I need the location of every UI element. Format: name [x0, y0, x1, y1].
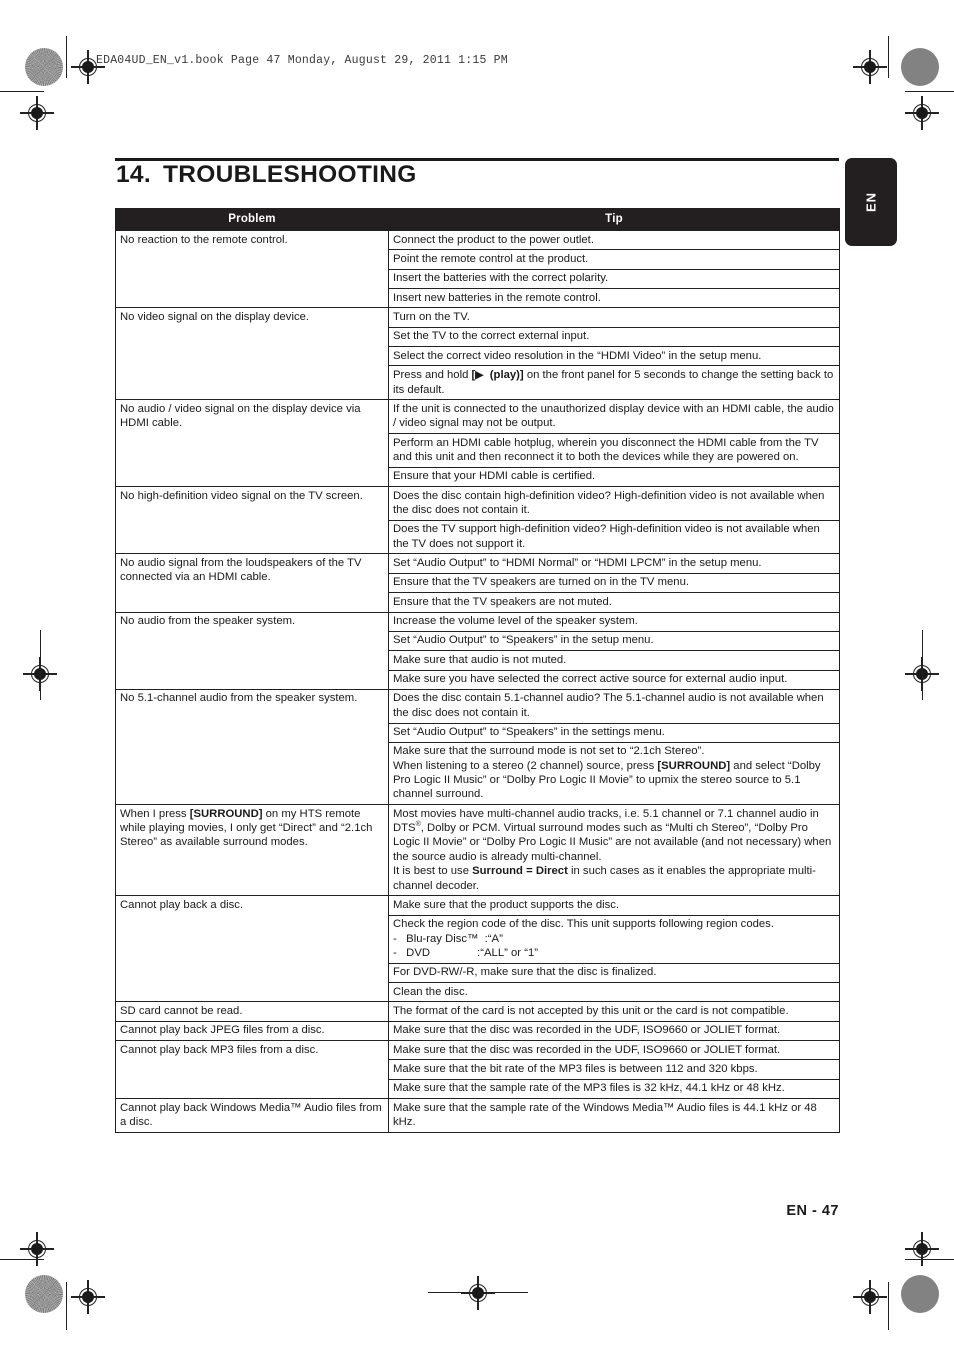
table-row: When I press [SURROUND] on my HTS remote… — [115, 804, 840, 897]
tip-cell: Make sure that the product supports the … — [388, 895, 840, 916]
tip-cell: Does the disc contain 5.1-channel audio?… — [388, 688, 840, 724]
tip-cell: Make sure that the disc was recorded in … — [388, 1040, 840, 1061]
density-patch-bottom-right — [901, 1275, 939, 1313]
tip-cell: Perform an HDMI cable hotplug, wherein y… — [388, 433, 840, 468]
table-row: No high-definition video signal on the T… — [115, 486, 840, 555]
table-body: No reaction to the remote control. Connec… — [115, 229, 840, 1133]
tip-cell: Insert the batteries with the correct po… — [388, 268, 840, 290]
tip-cell: Select the correct video resolution in t… — [388, 346, 840, 367]
trim-line-middle-right-vertical — [921, 630, 923, 700]
tip-cell: Set “Audio Output” to “Speakers” in the … — [388, 630, 840, 652]
page-folio: EN - 47 — [786, 1203, 839, 1219]
table-row: No video signal on the display device. Tu… — [115, 307, 840, 401]
tip-cell: Most movies have multi-channel audio tra… — [388, 804, 840, 897]
trim-line-top-left-vertical — [66, 36, 68, 78]
tip-cell: Does the disc contain high-definition vi… — [388, 486, 840, 521]
trim-line-upper-left-horizontal — [0, 91, 44, 93]
trim-line-bottom-right-vertical — [888, 1282, 890, 1330]
problem-cell: No audio from the speaker system. — [115, 611, 389, 690]
problem-cell: Cannot play back JPEG files from a disc. — [115, 1020, 389, 1042]
problem-cell: No video signal on the display device. — [115, 307, 389, 401]
table-row: Cannot play back a disc. Make sure that t… — [115, 895, 840, 1003]
density-patch-top-left — [25, 48, 63, 86]
tip-cell: Increase the volume level of the speaker… — [388, 611, 840, 632]
troubleshooting-table: Problem Tip No reaction to the remote co… — [115, 208, 840, 1133]
trim-line-top-right-vertical — [888, 36, 890, 78]
problem-cell: No high-definition video signal on the T… — [115, 486, 389, 555]
table-row: Cannot play back Windows Media™ Audio fi… — [115, 1098, 840, 1133]
tip-cell: Connect the product to the power outlet. — [388, 229, 840, 251]
tip-cell: For DVD-RW/-R, make sure that the disc i… — [388, 962, 840, 984]
page-title: 14. TROUBLESHOOTING — [116, 161, 417, 189]
file-slug-line: EDA04UD_EN_v1.book Page 47 Monday, Augus… — [96, 54, 508, 67]
tip-cell: Press and hold [▶ (play)] on the front p… — [388, 365, 840, 401]
tip-cell: Insert new batteries in the remote contr… — [388, 288, 840, 309]
tip-cell: Make sure that the sample rate of the MP… — [388, 1078, 840, 1100]
registration-mark-lower-right-bleed — [905, 1232, 939, 1266]
tip-cell: Check the region code of the disc. This … — [388, 914, 840, 964]
tip-cell: Point the remote control at the product. — [388, 249, 840, 270]
table-row: No audio signal from the loudspeakers of… — [115, 553, 840, 613]
tip-cell: Ensure that the TV speakers are not mute… — [388, 592, 840, 613]
table-row: SD card cannot be read. The format of the… — [115, 1001, 840, 1022]
language-tab-label: EN — [863, 191, 879, 213]
problem-cell: SD card cannot be read. — [115, 1001, 389, 1022]
tip-cell: Make sure that audio is not muted. — [388, 650, 840, 671]
table-row: No reaction to the remote control. Connec… — [115, 229, 840, 309]
tip-cell: Ensure that the TV speakers are turned o… — [388, 572, 840, 594]
problem-cell: No 5.1-channel audio from the speaker sy… — [115, 688, 389, 806]
registration-mark-bottom-left-inner — [71, 1280, 105, 1314]
table-row: Cannot play back JPEG files from a disc.… — [115, 1020, 840, 1042]
table-row: No 5.1-channel audio from the speaker sy… — [115, 688, 840, 806]
table-row: Cannot play back MP3 files from a disc. M… — [115, 1040, 840, 1100]
registration-mark-bottom-right-inner — [853, 1280, 887, 1314]
problem-cell: When I press [SURROUND] on my HTS remote… — [115, 804, 389, 897]
problem-cell: Cannot play back a disc. — [115, 895, 389, 1003]
tip-cell: Make sure you have selected the correct … — [388, 669, 840, 690]
tip-cell: If the unit is connected to the unauthor… — [388, 399, 840, 435]
tip-cell: Turn on the TV. — [388, 307, 840, 328]
registration-mark-lower-left-bleed — [20, 1232, 54, 1266]
tip-cell: Ensure that your HDMI cable is certified… — [388, 466, 840, 488]
tip-cell: Set “Audio Output” to “HDMI Normal” or “… — [388, 553, 840, 574]
trim-line-lower-left-horizontal — [0, 1259, 44, 1261]
density-patch-bottom-left — [25, 1275, 63, 1313]
trim-line-middle-left-vertical — [39, 630, 41, 700]
tip-cell: Set “Audio Output” to “Speakers” in the … — [388, 722, 840, 743]
tip-cell: Make sure that the surround mode is not … — [388, 741, 840, 806]
problem-cell: No audio signal from the loudspeakers of… — [115, 553, 389, 613]
problem-cell: No audio / video signal on the display d… — [115, 399, 389, 488]
chapter-number: 14. — [116, 161, 151, 188]
problem-cell: Cannot play back Windows Media™ Audio fi… — [115, 1098, 389, 1133]
column-header-tip: Tip — [388, 208, 840, 231]
table-header-row: Problem Tip — [115, 208, 840, 231]
tip-cell: Make sure that the bit rate of the MP3 f… — [388, 1059, 840, 1080]
registration-mark-upper-right-bleed — [905, 96, 939, 130]
tip-cell: The format of the card is not accepted b… — [388, 1001, 840, 1022]
problem-cell: No reaction to the remote control. — [115, 229, 389, 309]
registration-mark-upper-left-bleed — [20, 96, 54, 130]
trim-line-lower-right-horizontal — [905, 1259, 954, 1261]
tip-cell: Does the TV support high-definition vide… — [388, 519, 840, 555]
column-header-problem: Problem — [115, 208, 389, 231]
tip-cell: Make sure that the disc was recorded in … — [388, 1020, 840, 1042]
trim-line-bottom-center-horizontal-right — [492, 1292, 528, 1294]
tip-cell: Clean the disc. — [388, 982, 840, 1003]
problem-cell: Cannot play back MP3 files from a disc. — [115, 1040, 389, 1100]
registration-mark-bottom-center — [461, 1276, 495, 1310]
density-patch-top-right — [901, 48, 939, 86]
trim-line-upper-right-horizontal — [905, 91, 954, 93]
registration-mark-top-right-inner — [853, 50, 887, 84]
tip-cell: Set the TV to the correct external input… — [388, 326, 840, 348]
table-row: No audio from the speaker system. Increas… — [115, 611, 840, 690]
language-tab: EN — [845, 158, 897, 246]
tip-cell: Make sure that the sample rate of the Wi… — [388, 1098, 840, 1133]
table-row: No audio / video signal on the display d… — [115, 399, 840, 488]
trim-line-bottom-left-vertical — [66, 1282, 68, 1330]
chapter-title-text: TROUBLESHOOTING — [162, 161, 417, 188]
trim-line-bottom-center-horizontal-left — [428, 1292, 464, 1294]
